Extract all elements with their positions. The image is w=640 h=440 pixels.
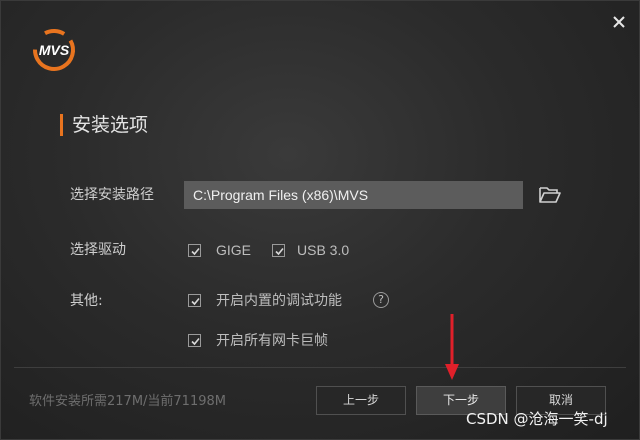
checkmark-icon [191, 337, 200, 346]
checkmark-icon [191, 247, 200, 256]
usb3-label: USB 3.0 [297, 242, 350, 258]
folder-open-icon [539, 187, 561, 203]
help-icon[interactable]: ? [373, 292, 389, 308]
installer-window [0, 0, 640, 440]
debug-feature-checkbox[interactable] [188, 294, 201, 307]
section-accent-bar [60, 114, 63, 136]
browse-folder-button[interactable] [538, 184, 562, 206]
debug-feature-label: 开启内置的调试功能 [216, 292, 342, 308]
drivers-label: 选择驱动 [70, 242, 126, 258]
mvs-logo: MVS [30, 26, 78, 74]
csdn-watermark: CSDN @沧海一笑-dj [466, 410, 608, 428]
checkmark-icon [275, 247, 284, 256]
other-label: 其他: [70, 293, 103, 309]
jumbo-frame-checkbox[interactable] [188, 334, 201, 347]
prev-button[interactable]: 上一步 [316, 386, 406, 415]
install-path-input[interactable] [184, 181, 523, 209]
svg-text:MVS: MVS [39, 42, 70, 58]
usb3-checkbox[interactable] [272, 244, 285, 257]
footer-divider [14, 367, 626, 368]
disk-space-info: 软件安装所需217M/当前71198M [29, 394, 226, 409]
section-title: 安装选项 [72, 114, 149, 136]
close-icon [613, 16, 625, 28]
close-button[interactable] [604, 8, 634, 36]
jumbo-frame-label: 开启所有网卡巨帧 [216, 332, 328, 348]
checkmark-icon [191, 297, 200, 306]
gige-checkbox[interactable] [188, 244, 201, 257]
gige-label: GIGE [216, 242, 252, 258]
install-path-label: 选择安装路径 [70, 187, 154, 203]
red-arrow-annotation [445, 314, 459, 380]
